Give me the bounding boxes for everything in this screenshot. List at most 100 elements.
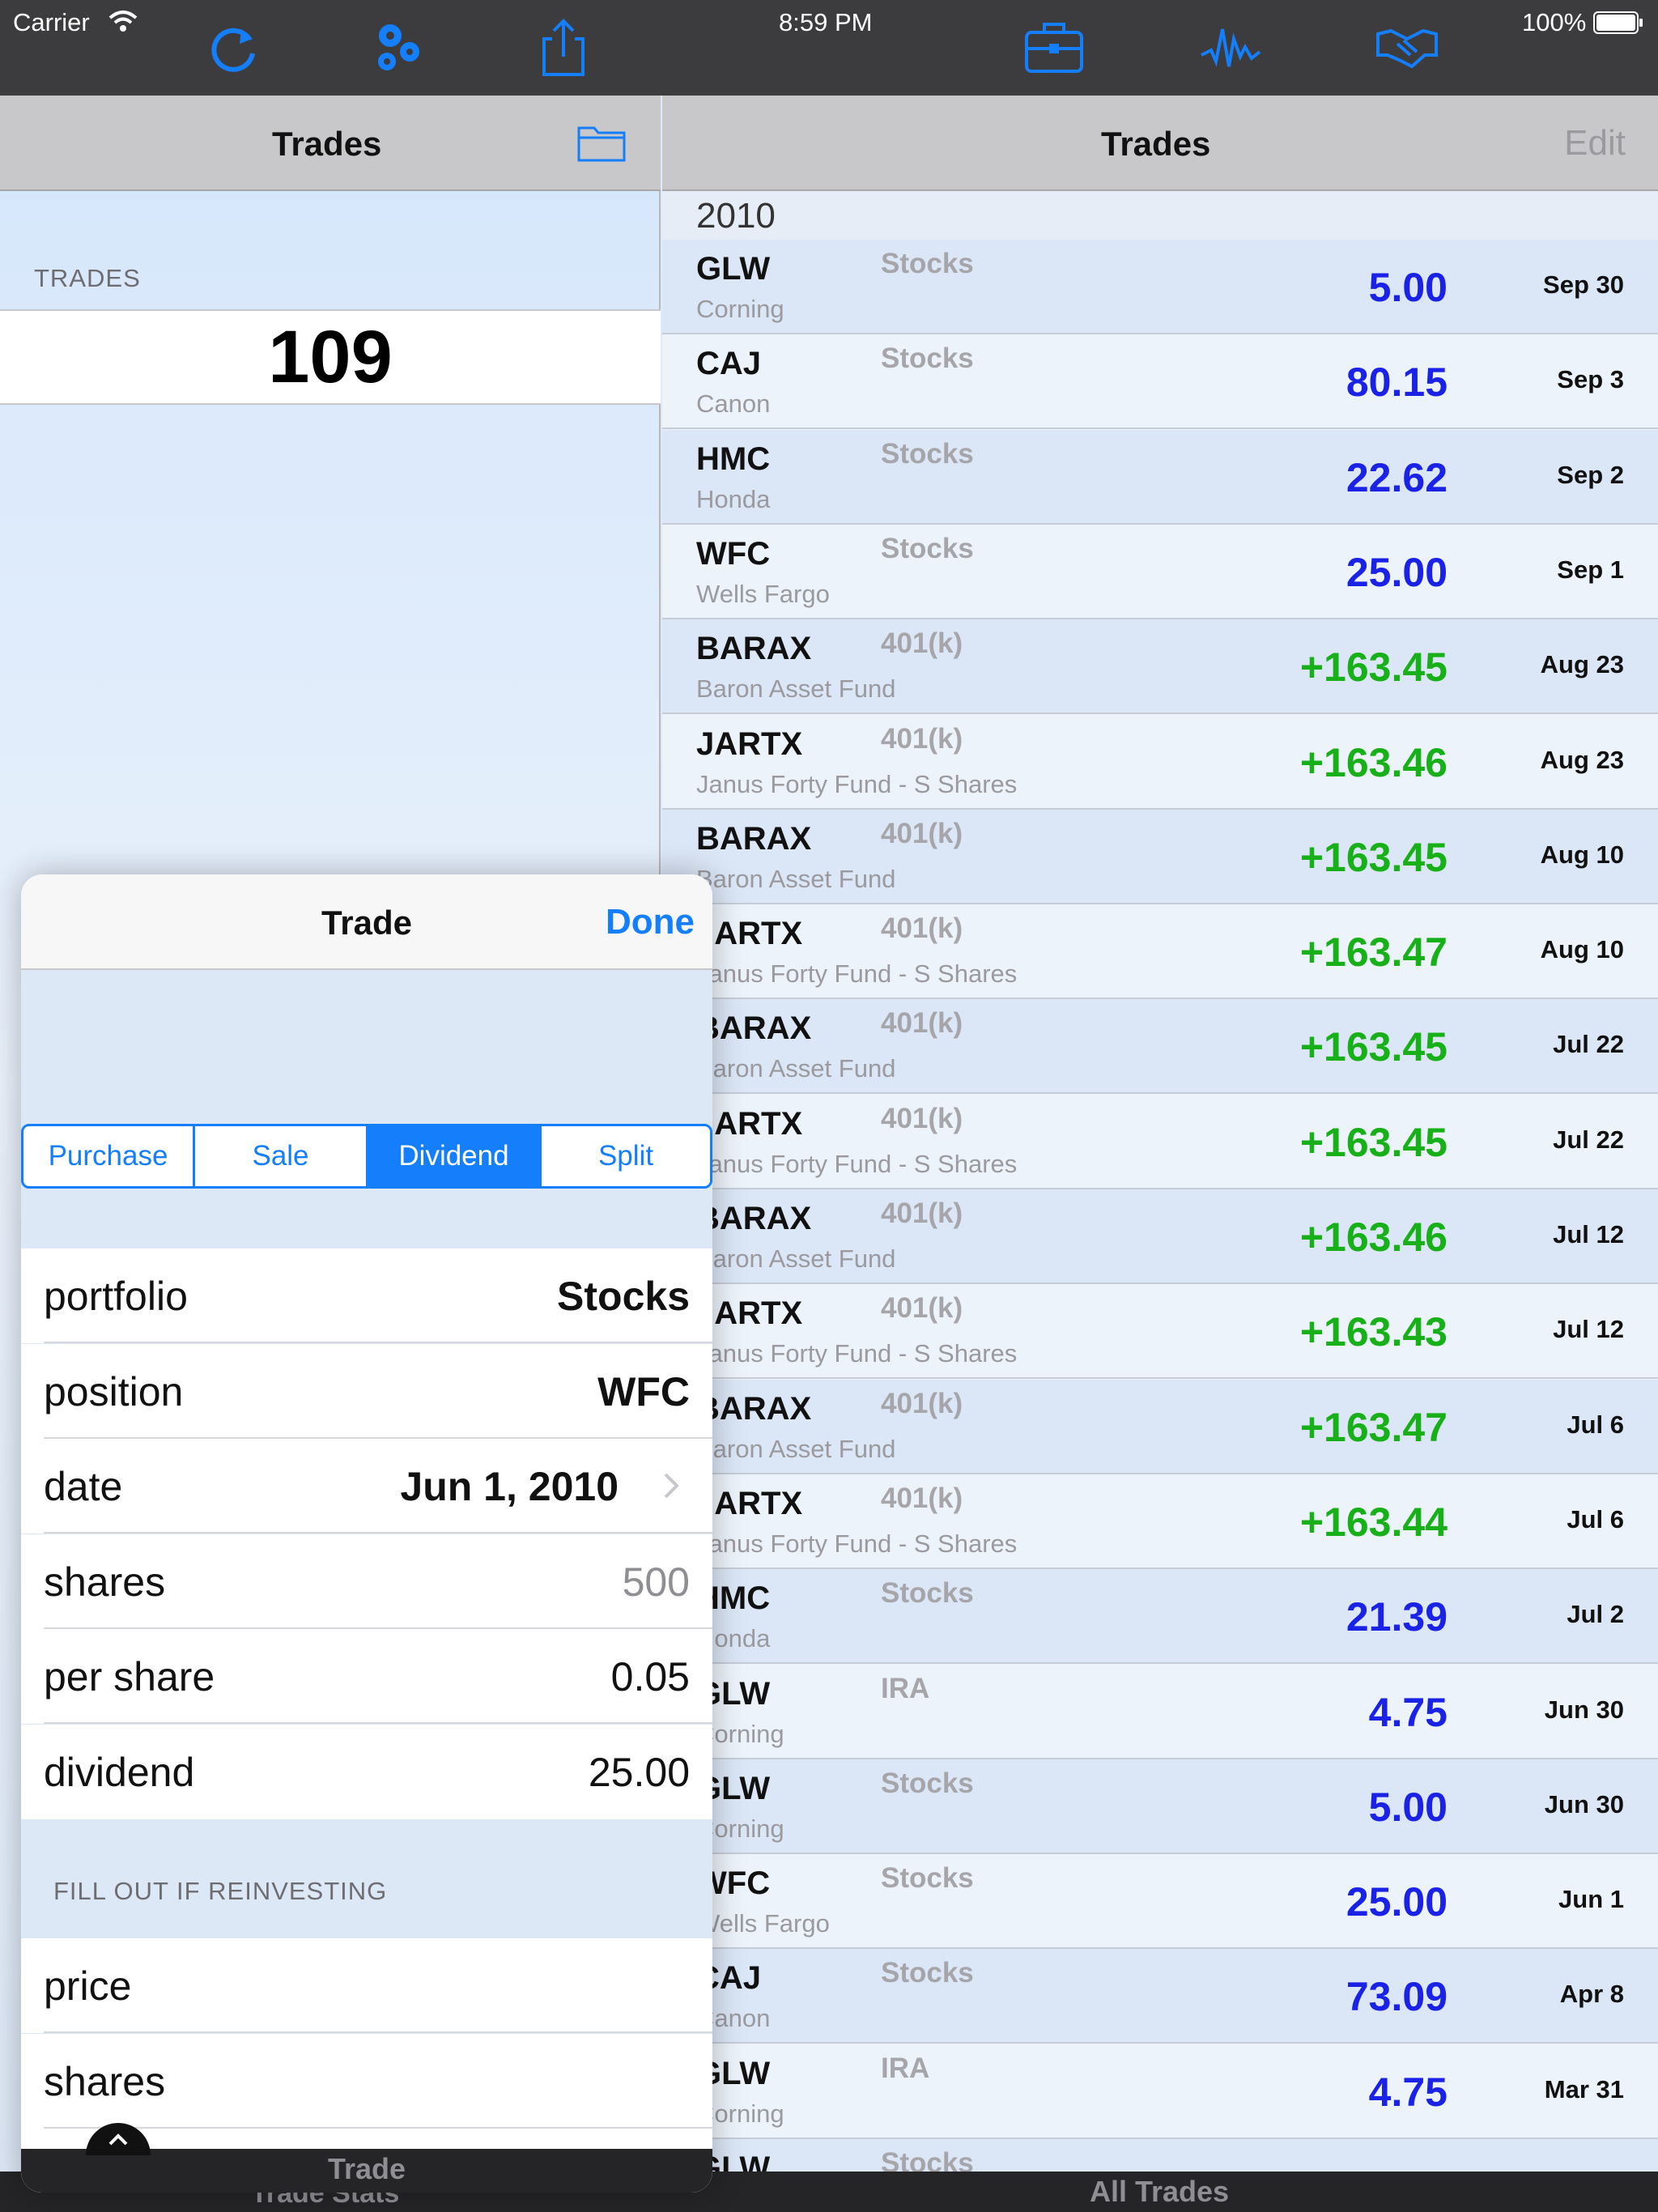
field-position[interactable]: position WFC — [21, 1343, 712, 1439]
trade-row[interactable]: WFC Wells Fargo Stocks 25.00 Jun 1 — [662, 1854, 1658, 1950]
trade-row[interactable]: HMC Honda Stocks 21.39 Jul 2 — [662, 1569, 1658, 1665]
right-nav-title: Trades — [1101, 125, 1211, 163]
trade-row[interactable]: GLW Corning Stocks 5.00 Sep 30 — [662, 240, 1658, 334]
trade-symbol: BARAX — [696, 820, 812, 857]
trade-portfolio: Stocks — [881, 1957, 974, 1989]
trade-portfolio: 401(k) — [881, 1102, 963, 1134]
field-per-share[interactable]: per share 0.05 — [21, 1629, 712, 1725]
trade-row[interactable]: JARTX Janus Forty Fund - S Shares 401(k) +1… — [662, 1094, 1658, 1189]
segment-dividend[interactable]: Dividend — [366, 1124, 542, 1189]
trade-date: Jul 6 — [1567, 1410, 1624, 1439]
field-label: date — [44, 1464, 123, 1510]
popover-body: Purchase Sale Dividend Split portfolio Stock… — [21, 970, 712, 2193]
trade-date: Aug 23 — [1540, 650, 1624, 679]
left-nav-title: Trades — [272, 125, 382, 163]
trade-date: Apr 8 — [1559, 1980, 1624, 2009]
trade-amount: +163.46 — [1299, 1214, 1448, 1260]
trade-portfolio: Stocks — [881, 2147, 974, 2172]
trade-date: Sep 3 — [1557, 365, 1624, 394]
drag-handle[interactable] — [86, 2123, 151, 2155]
trade-amount: +163.45 — [1299, 1024, 1448, 1070]
trade-row[interactable]: GLW Corning IRA 4.75 Jun 30 — [662, 1664, 1658, 1759]
trade-amount: 5.00 — [1368, 265, 1448, 310]
share-icon[interactable] — [531, 15, 596, 79]
field-value: Jun 1, 2010 — [400, 1464, 619, 1510]
trade-row[interactable]: JARTX Janus Forty Fund - S Shares 401(k) +1… — [662, 904, 1658, 1000]
trade-row[interactable]: BARAX Baron Asset Fund 401(k) +163.45 Jul 22 — [662, 999, 1658, 1095]
battery-icon — [1593, 11, 1643, 34]
trade-portfolio: Stocks — [881, 248, 974, 279]
tab-trade[interactable]: Trade — [21, 2152, 712, 2186]
trade-portfolio: 401(k) — [881, 1292, 963, 1325]
field-dividend[interactable]: dividend 25.00 — [21, 1725, 712, 1819]
trade-date: Mar 31 — [1544, 2074, 1624, 2104]
folder-icon[interactable] — [576, 121, 627, 164]
trades-caption: TRADES — [34, 264, 141, 292]
trade-row[interactable]: CAJ Canon Stocks 80.15 Sep 3 — [662, 334, 1658, 430]
trade-date: Aug 23 — [1540, 745, 1624, 774]
field-value: 25.00 — [588, 1750, 690, 1795]
trade-row[interactable]: JARTX Janus Forty Fund - S Shares 401(k) +1… — [662, 1474, 1658, 1569]
trade-date: Jun 1 — [1558, 1885, 1624, 1914]
trade-row[interactable]: WFC Wells Fargo Stocks 25.00 Sep 1 — [662, 524, 1658, 619]
reinvest-field-price[interactable]: price — [21, 1938, 712, 2033]
gears-icon[interactable] — [366, 15, 431, 79]
battery-percent: 100% — [1522, 8, 1587, 36]
tab-all-trades[interactable]: All Trades — [1090, 2175, 1229, 2209]
trade-row[interactable]: BARAX Baron Asset Fund 401(k) +163.45 Aug 10 — [662, 809, 1658, 904]
trade-row[interactable]: GLW Corning IRA 4.75 Mar 31 — [662, 2044, 1658, 2139]
refresh-icon[interactable] — [202, 15, 267, 79]
field-label: price — [44, 1963, 132, 2009]
trade-symbol: BARAX — [696, 1201, 812, 1236]
trade-row[interactable]: CAJ Canon Stocks 73.09 Apr 8 — [662, 1949, 1658, 2044]
done-button[interactable]: Done — [606, 902, 695, 942]
trade-symbol: JARTX — [696, 725, 803, 762]
toolbar: Carrier 8:59 PM 100% — [0, 0, 1658, 96]
trade-date: Jul 22 — [1553, 1125, 1624, 1154]
trade-row[interactable]: JARTX Janus Forty Fund - S Shares 401(k) +1… — [662, 1284, 1658, 1380]
trade-portfolio: 401(k) — [881, 1387, 963, 1419]
trade-date: Sep 30 — [1543, 270, 1624, 299]
trade-date: Sep 1 — [1557, 555, 1624, 584]
popover-nav-bar: Trade Done — [21, 874, 712, 970]
trade-portfolio: 401(k) — [881, 817, 963, 849]
trade-row[interactable]: BARAX Baron Asset Fund 401(k) +163.45 Aug 23 — [662, 619, 1658, 715]
trade-date: Jul 2 — [1567, 1600, 1624, 1629]
trade-row[interactable]: BARAX Baron Asset Fund 401(k) +163.46 Jul 12 — [662, 1189, 1658, 1284]
field-label: shares — [44, 2058, 166, 2104]
trade-amount: +163.45 — [1299, 1119, 1448, 1165]
trade-popover: Trade Done Purchase Sale Dividend Split por… — [21, 874, 712, 2193]
status-time: 8:59 PM — [779, 8, 873, 36]
edit-button[interactable]: Edit — [1564, 123, 1626, 164]
trade-portfolio: IRA — [881, 1672, 930, 1704]
segment-sale[interactable]: Sale — [193, 1124, 368, 1189]
year-section-header: 2010 — [662, 191, 1658, 240]
trade-name: Wells Fargo — [696, 579, 830, 608]
segment-split[interactable]: Split — [539, 1124, 712, 1189]
trade-name: Baron Asset Fund — [696, 1244, 896, 1273]
chart-icon[interactable] — [1198, 15, 1263, 79]
trades-count-row[interactable]: 109 — [0, 309, 661, 405]
trade-name: Baron Asset Fund — [696, 674, 896, 704]
trade-amount: 5.00 — [1368, 1784, 1448, 1830]
trade-row[interactable]: HMC Honda Stocks 22.62 Sep 2 — [662, 429, 1658, 525]
field-shares[interactable]: shares 500 — [21, 1534, 712, 1629]
trade-portfolio: Stocks — [881, 1577, 974, 1610]
handshake-icon[interactable] — [1375, 15, 1439, 79]
trade-date: Aug 10 — [1540, 840, 1624, 869]
trade-amount: +163.45 — [1299, 834, 1448, 880]
segment-purchase[interactable]: Purchase — [21, 1124, 195, 1189]
trade-row[interactable]: JARTX Janus Forty Fund - S Shares 401(k) +1… — [662, 714, 1658, 810]
field-portfolio[interactable]: portfolio Stocks — [21, 1249, 712, 1343]
trade-portfolio: Stocks — [881, 1862, 974, 1895]
trade-row[interactable]: BARAX Baron Asset Fund 401(k) +163.47 Jul 6 — [662, 1379, 1658, 1474]
field-label: per share — [44, 1654, 215, 1700]
trade-date: Sep 2 — [1557, 460, 1624, 489]
trade-row[interactable]: GLWCorningStocks5.00Mar 31 — [662, 2139, 1658, 2172]
trade-row[interactable]: GLW Corning Stocks 5.00 Jun 30 — [662, 1759, 1658, 1854]
chevron-right-icon — [659, 1470, 683, 1502]
trade-symbol: BARAX — [696, 1390, 812, 1427]
reinvest-field-shares[interactable]: shares — [21, 2033, 712, 2129]
briefcase-icon[interactable] — [1022, 15, 1086, 79]
field-date[interactable]: date Jun 1, 2010 — [21, 1439, 712, 1534]
